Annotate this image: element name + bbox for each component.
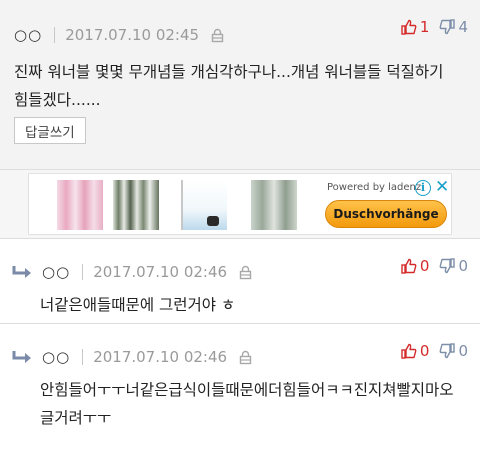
lock-icon — [239, 264, 253, 280]
upvote-count: 1 — [419, 18, 430, 36]
vote-group: 0 0 — [391, 342, 468, 360]
ad-product-image[interactable] — [57, 180, 103, 230]
downvote-button[interactable]: 4 — [439, 18, 468, 36]
comment-meta: ○○ 2017.07.10 02:46 — [12, 346, 253, 368]
thumbs-down-icon — [440, 343, 456, 359]
ad-cta-button[interactable]: Duschvorhänge — [325, 200, 447, 228]
comment-nickname: ○○ — [14, 26, 43, 44]
vote-group: 1 4 — [391, 18, 468, 36]
comment-date: 2017.07.10 02:46 — [93, 348, 228, 366]
comment-1: ○○ 2017.07.10 02:45 1 4 진짜 워너블 몇몇 무개념들 개… — [0, 0, 480, 170]
downvote-button[interactable]: 0 — [439, 342, 468, 360]
comment-nickname: ○○ — [42, 348, 71, 366]
upvote-button[interactable]: 0 — [401, 257, 430, 275]
close-icon[interactable]: ✕ — [435, 177, 449, 197]
comment-text: 너같은애들때문에 그런거야 ㅎ — [40, 296, 236, 314]
ad-product-image[interactable] — [181, 180, 227, 230]
reply-arrow-icon — [12, 349, 36, 365]
lock-icon — [211, 27, 225, 43]
downvote-count: 0 — [458, 342, 468, 360]
upvote-count: 0 — [419, 342, 430, 360]
info-icon[interactable]: i — [415, 180, 431, 196]
ad-product-image[interactable] — [251, 180, 297, 230]
comment-date: 2017.07.10 02:46 — [93, 263, 228, 281]
comment-nickname: ○○ — [42, 263, 71, 281]
meta-divider — [82, 264, 84, 280]
comment-3: ○○ 2017.07.10 02:46 0 0 안힘들어ㅜㅜ너같은급식이들때문에… — [0, 324, 480, 455]
lock-icon — [239, 349, 253, 365]
thumbs-up-icon — [401, 258, 417, 274]
comment-date: 2017.07.10 02:45 — [65, 26, 200, 44]
downvote-count: 0 — [458, 257, 468, 275]
upvote-button[interactable]: 0 — [401, 342, 430, 360]
meta-divider — [54, 27, 56, 43]
comment-meta: ○○ 2017.07.10 02:45 — [14, 24, 225, 46]
thumbs-down-icon — [440, 258, 456, 274]
comment-meta: ○○ 2017.07.10 02:46 — [12, 261, 253, 283]
downvote-button[interactable]: 0 — [439, 257, 468, 275]
comment-text: 안힘들어ㅜㅜ너같은급식이들때문에더힘들어ㅋㅋ진지쳐빨지마오글거려ㅜㅜ — [40, 381, 454, 427]
comment-2: ○○ 2017.07.10 02:46 0 0 너같은애들때문에 그런거야 ㅎ — [0, 238, 480, 324]
ad-product-image[interactable] — [113, 180, 159, 230]
ad-container[interactable]: Powered by ladenz i ✕ Duschvorhänge — [28, 173, 452, 235]
upvote-count: 0 — [419, 257, 430, 275]
reply-arrow-icon — [12, 264, 36, 280]
upvote-button[interactable]: 1 — [401, 18, 430, 36]
ad-powered-by: Powered by ladenz — [327, 182, 422, 193]
downvote-count: 4 — [458, 18, 468, 36]
meta-divider — [82, 349, 84, 365]
thumbs-up-icon — [401, 19, 417, 35]
ad-banner: Powered by ladenz i ✕ Duschvorhänge — [0, 170, 480, 238]
vote-group: 0 0 — [391, 257, 468, 275]
thumbs-up-icon — [401, 343, 417, 359]
ad-image-detail — [207, 216, 219, 226]
reply-button[interactable]: 답글쓰기 — [14, 117, 86, 144]
thumbs-down-icon — [440, 19, 456, 35]
comment-text: 진짜 워너블 몇몇 무개념들 개심각하구나...개념 워너블들 덕질하기 힘들겠… — [14, 63, 444, 109]
